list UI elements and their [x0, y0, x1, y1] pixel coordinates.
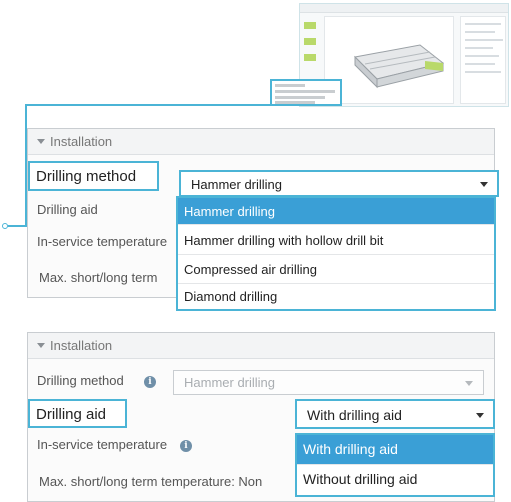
max-temperature-label: Max. short/long term [39, 270, 158, 285]
thumbnail-3d-view [324, 16, 454, 104]
option-diamond-drilling[interactable]: Diamond drilling [178, 284, 494, 309]
section-title: Installation [50, 134, 113, 149]
section-title: Installation [50, 338, 113, 353]
service-temperature-label: In-service temperature [37, 234, 168, 249]
service-temperature-label: In-service temperature [37, 437, 168, 452]
drilling-method-value: Hammer drilling [184, 375, 276, 390]
option-compressed-air[interactable]: Compressed air drilling [178, 256, 494, 284]
option-hammer-drilling[interactable]: Hammer drilling [178, 198, 494, 225]
callout-connector-line [8, 225, 27, 227]
drilling-aid-select[interactable]: With drilling aid [295, 399, 495, 429]
drilling-method-label: Drilling method [36, 168, 137, 185]
option-without-drilling-aid[interactable]: Without drilling aid [297, 465, 493, 495]
option-hammer-drilling-hollow[interactable]: Hammer drilling with hollow drill bit [178, 226, 494, 255]
info-icon[interactable]: i [180, 440, 192, 452]
chevron-down-icon[interactable] [480, 182, 488, 187]
drilling-method-highlight: Drilling method [28, 161, 159, 191]
thumbnail-anchor-plate-drawing [353, 44, 445, 89]
section-header[interactable]: Installation [28, 333, 494, 359]
chevron-down-icon[interactable] [465, 381, 473, 386]
chevron-down-icon[interactable] [476, 413, 484, 418]
thumbnail-titlebar [300, 4, 508, 13]
thumbnail-properties-pane [460, 16, 506, 104]
drilling-method-options: Hammer drilling Hammer drilling with hol… [176, 196, 496, 311]
thumbnail-zoom-inset [270, 79, 342, 106]
drilling-aid-value: With drilling aid [307, 407, 402, 423]
drilling-aid-label: Drilling aid [36, 406, 107, 423]
drilling-aid-label: Drilling aid [37, 202, 98, 217]
drilling-aid-options: With drilling aid Without drilling aid [295, 433, 495, 497]
option-with-drilling-aid[interactable]: With drilling aid [297, 435, 493, 465]
drilling-aid-highlight: Drilling aid [28, 399, 127, 428]
collapse-triangle-icon[interactable] [37, 343, 45, 348]
drilling-method-label: Drilling method [37, 373, 124, 388]
callout-connector-line [25, 104, 271, 106]
drilling-method-select[interactable]: Hammer drilling [173, 370, 484, 395]
drilling-method-value: Hammer drilling [191, 177, 283, 192]
info-icon[interactable]: i [144, 376, 156, 388]
drilling-method-select[interactable]: Hammer drilling [179, 170, 499, 197]
section-header[interactable]: Installation [28, 129, 494, 155]
collapse-triangle-icon[interactable] [37, 139, 45, 144]
max-temperature-label: Max. short/long term temperature: Non [39, 474, 263, 489]
